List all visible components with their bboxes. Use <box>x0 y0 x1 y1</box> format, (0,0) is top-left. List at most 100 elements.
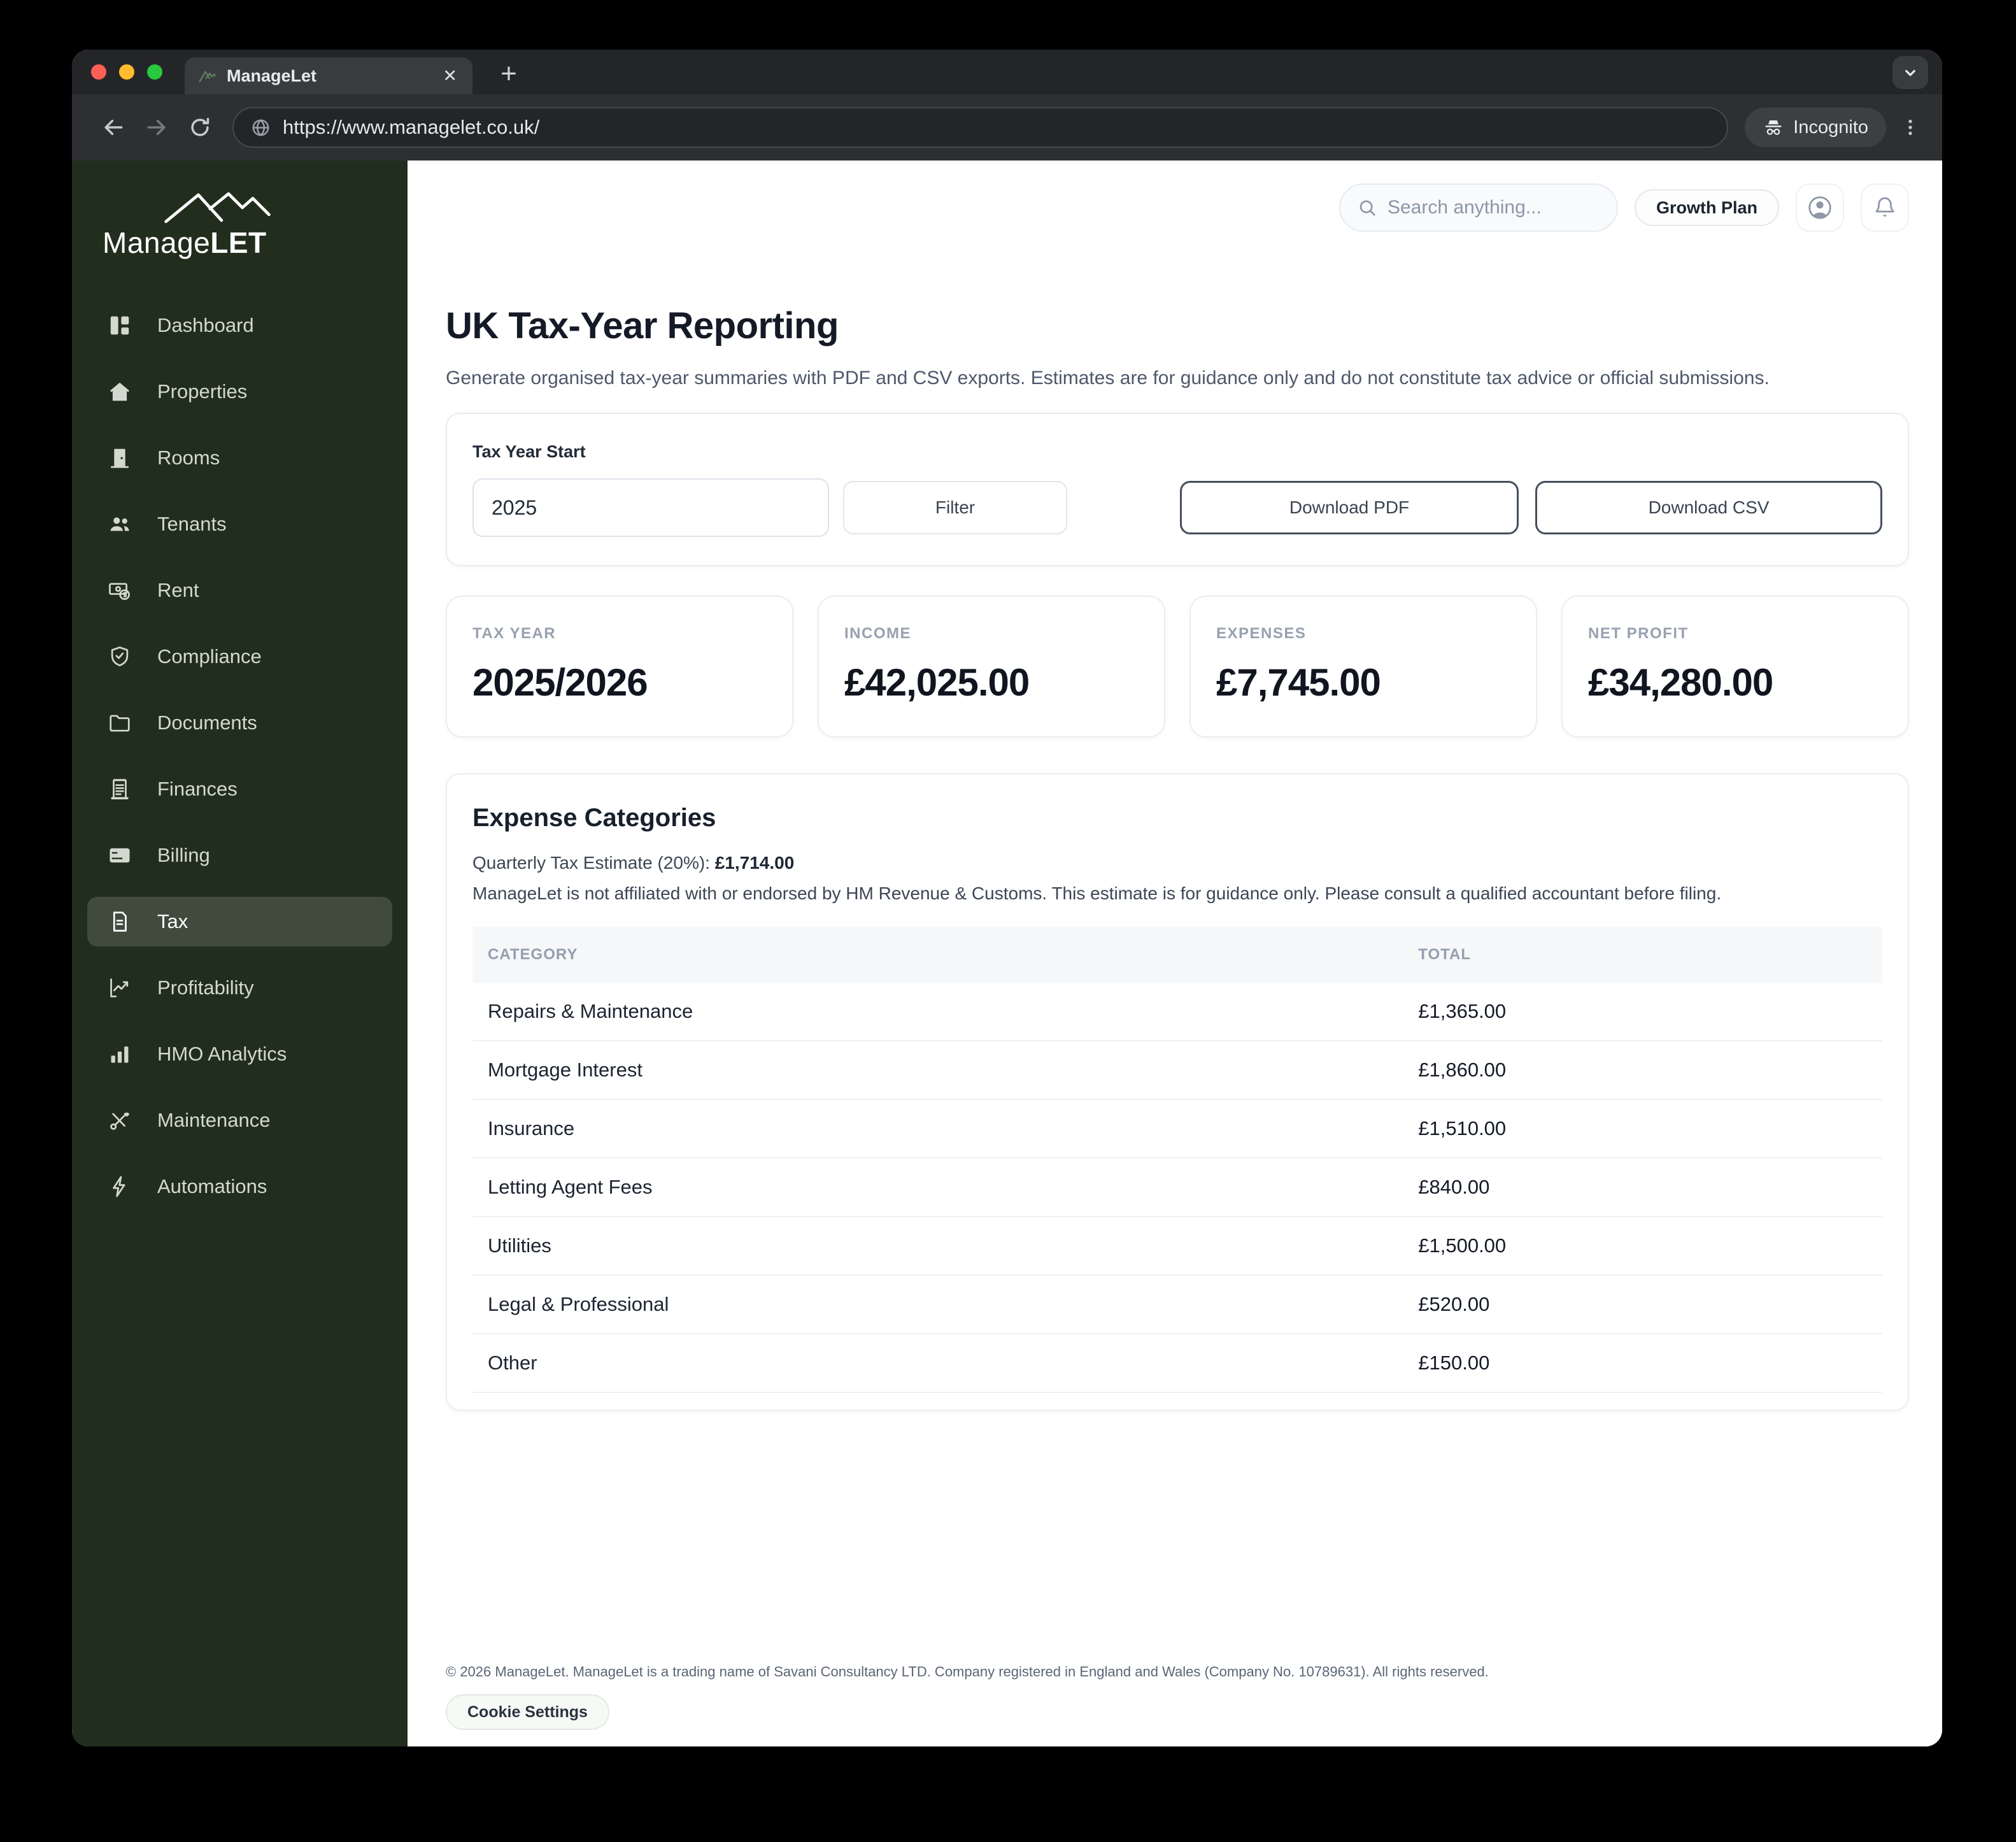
cell-total: £1,365.00 <box>1403 983 1882 1041</box>
page-footer: © 2026 ManageLet. ManageLet is a trading… <box>446 1664 1909 1730</box>
sidebar-item-label: Billing <box>157 844 210 867</box>
cell-total: £840.00 <box>1403 1158 1882 1217</box>
table-row: Legal & Professional £520.00 <box>472 1275 1882 1334</box>
download-pdf-button[interactable]: Download PDF <box>1180 481 1519 534</box>
sidebar-item-dashboard[interactable]: Dashboard <box>87 301 392 350</box>
sidebar-item-label: Rooms <box>157 446 220 469</box>
cell-category: Other <box>472 1334 1403 1392</box>
download-csv-button[interactable]: Download CSV <box>1535 481 1882 534</box>
forward-arrow-icon <box>145 115 169 139</box>
cookie-settings-button[interactable]: Cookie Settings <box>446 1694 609 1730</box>
logo-text: ManageLET <box>103 225 388 260</box>
account-button[interactable] <box>1796 183 1844 232</box>
browser-tab-bar: ManageLet ✕ + <box>72 50 1942 94</box>
receipt-icon <box>108 777 132 801</box>
cell-total: £1,510.00 <box>1403 1099 1882 1158</box>
window-close-button[interactable] <box>91 64 106 80</box>
tools-icon <box>108 1108 132 1132</box>
forward-button[interactable] <box>138 109 175 146</box>
search-input[interactable] <box>1339 183 1618 232</box>
hmrc-disclaimer: ManageLet is not affiliated with or endo… <box>472 883 1882 904</box>
page-description: Generate organised tax-year summaries wi… <box>446 364 1821 392</box>
sidebar-item-documents[interactable]: Documents <box>87 698 392 748</box>
stat-card: EXPENSES £7,745.00 <box>1189 596 1537 738</box>
incognito-label: Incognito <box>1793 117 1868 138</box>
sidebar-item-label: HMO Analytics <box>157 1043 287 1066</box>
cell-total: £150.00 <box>1403 1334 1882 1392</box>
summary-stats: TAX YEAR 2025/2026 INCOME £42,025.00 EXP… <box>446 596 1909 738</box>
table-row: Other £150.00 <box>472 1334 1882 1392</box>
sidebar-item-hmo-analytics[interactable]: HMO Analytics <box>87 1029 392 1079</box>
filter-button[interactable]: Filter <box>843 481 1067 534</box>
cell-category: Legal & Professional <box>472 1275 1403 1334</box>
search-field[interactable] <box>1388 197 1600 218</box>
new-tab-button[interactable]: + <box>492 57 525 90</box>
money-icon <box>108 578 132 603</box>
sidebar-item-profitability[interactable]: Profitability <box>87 963 392 1013</box>
managelet-logo: ManageLET <box>72 161 408 301</box>
sidebar-item-label: Tax <box>157 910 188 933</box>
browser-tab[interactable]: ManageLet ✕ <box>185 57 472 94</box>
cell-category: Insurance <box>472 1099 1403 1158</box>
sidebar-item-label: Profitability <box>157 976 254 999</box>
expense-categories-card: Expense Categories Quarterly Tax Estimat… <box>446 773 1909 1411</box>
search-icon <box>1357 197 1377 218</box>
cell-total: £520.00 <box>1403 1275 1882 1334</box>
chevron-down-icon <box>1901 63 1920 82</box>
chart-line-icon <box>108 976 132 1000</box>
address-bar[interactable]: https://www.managelet.co.uk/ <box>232 107 1728 148</box>
column-header-total: TOTAL <box>1403 927 1882 983</box>
incognito-icon <box>1763 117 1784 138</box>
stat-label: INCOME <box>844 625 1139 643</box>
stat-card: INCOME £42,025.00 <box>818 596 1165 738</box>
bolt-icon <box>108 1174 132 1199</box>
sidebar-item-compliance[interactable]: Compliance <box>87 632 392 682</box>
house-icon <box>108 380 132 404</box>
quarterly-tax-estimate: Quarterly Tax Estimate (20%): £1,714.00 <box>472 853 1882 873</box>
sidebar-item-rooms[interactable]: Rooms <box>87 433 392 483</box>
tax-year-start-label: Tax Year Start <box>472 442 1882 462</box>
stat-value: £42,025.00 <box>844 660 1139 704</box>
sidebar-item-automations[interactable]: Automations <box>87 1162 392 1211</box>
sidebar-item-finances[interactable]: Finances <box>87 764 392 814</box>
sidebar-item-properties[interactable]: Properties <box>87 367 392 417</box>
sidebar-item-billing[interactable]: Billing <box>87 831 392 880</box>
stat-card: TAX YEAR 2025/2026 <box>446 596 793 738</box>
expense-categories-title: Expense Categories <box>472 804 1882 832</box>
user-avatar-icon <box>1807 194 1833 221</box>
sidebar-item-rent[interactable]: Rent <box>87 566 392 615</box>
browser-window: ManageLet ✕ + https://www.managelet.co.u… <box>72 50 1942 1746</box>
incognito-badge: Incognito <box>1745 108 1886 147</box>
browser-menu-button[interactable] <box>1896 109 1924 146</box>
sidebar-item-label: Finances <box>157 778 238 801</box>
reload-button[interactable] <box>181 109 218 146</box>
notifications-button[interactable] <box>1861 183 1909 232</box>
table-row: Repairs & Maintenance £1,365.00 <box>472 983 1882 1041</box>
main-content: Growth Plan UK Tax-Year Reporting Genera… <box>408 161 1942 1746</box>
kebab-menu-icon <box>1900 117 1920 138</box>
cell-category: Repairs & Maintenance <box>472 983 1403 1041</box>
sidebar-item-maintenance[interactable]: Maintenance <box>87 1096 392 1145</box>
sidebar-item-tax[interactable]: Tax <box>87 897 392 946</box>
growth-plan-button[interactable]: Growth Plan <box>1635 189 1779 226</box>
sidebar: ManageLET Dashboard Properties Rooms Ten… <box>72 161 408 1746</box>
window-zoom-button[interactable] <box>147 64 162 80</box>
tab-close-icon[interactable]: ✕ <box>440 65 460 87</box>
tab-title: ManageLet <box>227 66 430 86</box>
cell-category: Letting Agent Fees <box>472 1158 1403 1217</box>
sidebar-item-tenants[interactable]: Tenants <box>87 499 392 549</box>
filter-card: Tax Year Start Filter Download PDF Downl… <box>446 413 1909 566</box>
copyright-text: © 2026 ManageLet. ManageLet is a trading… <box>446 1664 1909 1680</box>
stat-label: NET PROFIT <box>1588 625 1882 643</box>
back-button[interactable] <box>95 109 132 146</box>
shield-check-icon <box>108 645 132 669</box>
table-row: Utilities £1,500.00 <box>472 1217 1882 1275</box>
site-favicon-icon <box>197 66 217 85</box>
tax-year-start-input[interactable] <box>472 478 829 537</box>
sidebar-item-label: Compliance <box>157 645 262 668</box>
column-header-category: CATEGORY <box>472 927 1403 983</box>
sidebar-item-label: Properties <box>157 380 247 403</box>
sidebar-nav: Dashboard Properties Rooms Tenants Rent … <box>72 301 408 1211</box>
tab-list-chevron-button[interactable] <box>1892 56 1928 89</box>
window-minimize-button[interactable] <box>119 64 134 80</box>
